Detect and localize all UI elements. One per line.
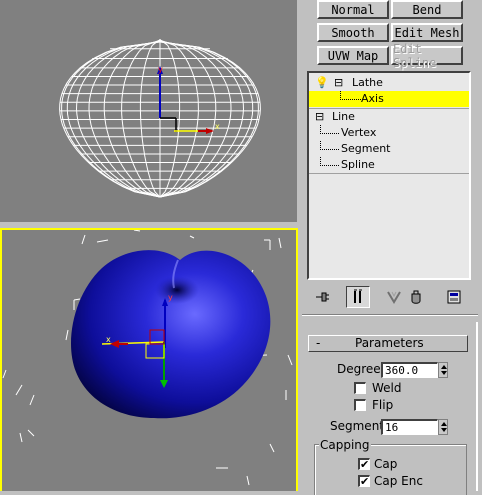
show-end-result-icon[interactable]	[346, 286, 370, 308]
bottom-axis-x-label: x	[106, 335, 111, 344]
capping-label: Capping	[319, 438, 371, 452]
configure-modifier-sets-icon[interactable]	[443, 287, 465, 307]
stack-item-line[interactable]: ⊟ Line	[309, 109, 469, 125]
cap-start-label: Cap	[374, 457, 398, 471]
wire-meridian	[139, 39, 161, 198]
shaded-apple: x y	[2, 230, 293, 486]
smooth-modifier-button[interactable]: Smooth	[317, 23, 389, 42]
stack-item-vertex[interactable]: Vertex	[309, 125, 469, 141]
panel-scroll-edge	[476, 322, 478, 491]
rollout-title: Parameters	[355, 336, 424, 350]
toolbar-divider	[302, 314, 478, 316]
wire-meridian	[159, 40, 217, 198]
tree-line-icon	[340, 91, 361, 100]
segments-input[interactable]: 16	[381, 419, 438, 435]
stack-item-spline[interactable]: Spline	[309, 157, 469, 173]
wireframe-apple: x y	[59, 39, 261, 198]
perspective-viewport[interactable]: x y	[0, 228, 298, 491]
front-viewport[interactable]: x y	[0, 0, 297, 222]
cap-end-label: Cap Enc	[374, 474, 423, 488]
stack-item-label: Vertex	[341, 126, 377, 139]
wire-meridian	[103, 40, 161, 198]
flip-checkbox[interactable]	[354, 399, 366, 411]
stack-item-label: Segment	[341, 142, 391, 155]
degrees-spinner[interactable]	[438, 362, 448, 378]
tree-line-icon	[320, 157, 339, 166]
parameters-rollout: - Parameters Degrees: 360.0 Weld Flip Se…	[304, 322, 476, 495]
tree-line-icon	[320, 125, 339, 134]
degrees-input[interactable]: 360.0	[381, 362, 438, 378]
bend-modifier-button[interactable]: Bend	[391, 0, 463, 19]
bottom-axis-y-label: y	[168, 293, 173, 302]
collapse-rollout-icon[interactable]: -	[316, 336, 320, 350]
collapse-icon[interactable]: ⊟	[334, 75, 343, 91]
weld-checkbox[interactable]	[354, 382, 366, 394]
stack-item-label: Axis	[361, 92, 384, 105]
weld-label: Weld	[372, 381, 402, 395]
stack-item-label: Lathe	[352, 76, 383, 89]
pin-stack-icon[interactable]	[311, 287, 333, 307]
stack-item-label: Spline	[341, 158, 375, 171]
tree-line-icon	[320, 141, 339, 150]
normal-modifier-button[interactable]: Normal	[317, 0, 389, 19]
remove-modifier-icon[interactable]	[405, 287, 427, 307]
make-unique-icon[interactable]	[383, 287, 405, 307]
stack-item-lathe[interactable]: 💡 ⊟ Lathe	[309, 75, 469, 91]
top-axis-x-label: x	[215, 122, 220, 131]
stack-divider	[309, 173, 469, 174]
lightbulb-icon[interactable]: 💡	[315, 75, 329, 91]
edit-mesh-modifier-button[interactable]: Edit Mesh	[391, 23, 463, 42]
cap-end-checkbox[interactable]: ✔	[358, 475, 370, 487]
cap-start-checkbox[interactable]: ✔	[358, 458, 370, 470]
segments-spinner[interactable]	[438, 419, 448, 435]
flip-label: Flip	[372, 398, 394, 412]
stack-item-segment[interactable]: Segment	[309, 141, 469, 157]
stack-item-label: Line	[332, 110, 355, 123]
parameters-rollout-header[interactable]: - Parameters	[308, 335, 468, 352]
top-axis-y-label: y	[158, 65, 163, 74]
edit-spline-modifier-button[interactable]: Edit Spline	[391, 42, 463, 70]
collapse-icon[interactable]: ⊟	[315, 109, 324, 125]
stack-item-axis[interactable]: Axis	[309, 91, 469, 107]
uvw-map-modifier-button[interactable]: UVW Map	[317, 46, 389, 65]
modifier-stack[interactable]: 💡 ⊟ Lathe Axis ⊟ Line Vertex Segment Spl…	[307, 71, 471, 280]
